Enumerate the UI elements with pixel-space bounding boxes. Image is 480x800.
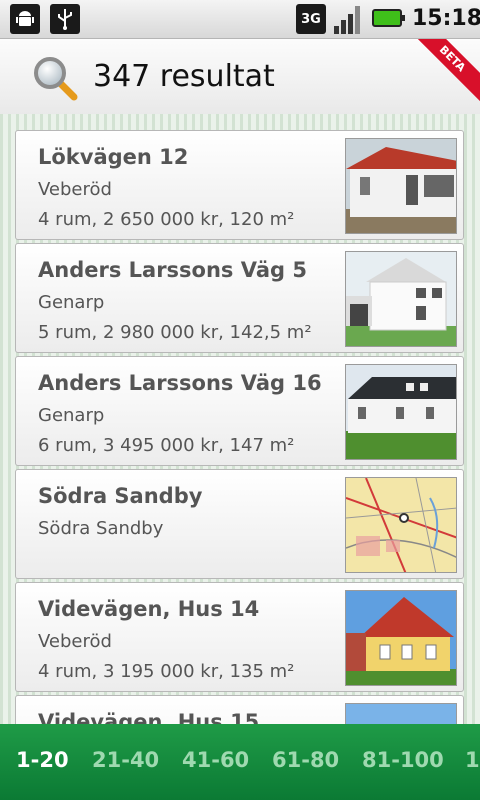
status-time: 15:18 (412, 6, 480, 31)
network-3g-icon: 3G (296, 4, 326, 34)
listing-title: Södra Sandby (38, 484, 203, 508)
list-item[interactable]: Södra Sandby Södra Sandby (15, 469, 464, 579)
search-icon[interactable] (32, 55, 78, 101)
page-tab[interactable]: 21-40 (92, 748, 159, 772)
listing-info: 4 rum, 3 195 000 kr, 135 m² (38, 661, 295, 682)
battery-icon (372, 9, 405, 27)
listing-photo (345, 590, 457, 686)
list-item[interactable]: Videvägen, Hus 15 (15, 695, 464, 724)
listing-city: Veberöd (38, 179, 112, 200)
list-item[interactable]: Anders Larssons Väg 5 Genarp 5 rum, 2 98… (15, 243, 464, 353)
page-tab[interactable]: 81-100 (362, 748, 444, 772)
signal-strength-icon (333, 4, 363, 34)
header: 347 resultat BETA (0, 39, 480, 115)
listing-city: Södra Sandby (38, 518, 164, 539)
listing-photo (345, 703, 457, 724)
listing-city: Genarp (38, 405, 105, 426)
results-list[interactable]: Lökvägen 12 Veberöd 4 rum, 2 650 000 kr,… (0, 114, 480, 724)
list-item[interactable]: Videvägen, Hus 14 Veberöd 4 rum, 3 195 0… (15, 582, 464, 692)
listing-photo (345, 364, 457, 460)
listing-info: 6 rum, 3 495 000 kr, 147 m² (38, 435, 295, 456)
listing-map (345, 477, 457, 573)
result-count: 347 resultat (93, 59, 275, 94)
page-tab[interactable]: 1-20 (16, 748, 69, 772)
list-item[interactable]: Lökvägen 12 Veberöd 4 rum, 2 650 000 kr,… (15, 130, 464, 240)
page-tab[interactable]: 101-120 (465, 748, 480, 772)
listing-city: Genarp (38, 292, 105, 313)
listing-photo (345, 251, 457, 347)
listing-info: 4 rum, 2 650 000 kr, 120 m² (38, 209, 295, 230)
listing-title: Anders Larssons Väg 5 (38, 258, 307, 282)
listing-title: Lökvägen 12 (38, 145, 189, 169)
status-bar: 3G 15:18 (0, 0, 480, 39)
list-item[interactable]: Anders Larssons Väg 16 Genarp 6 rum, 3 4… (15, 356, 464, 466)
android-debug-icon (10, 4, 40, 34)
listing-title: Videvägen, Hus 14 (38, 597, 260, 621)
usb-icon (50, 4, 80, 34)
listing-photo (345, 138, 457, 234)
listing-info: 5 rum, 2 980 000 kr, 142,5 m² (38, 322, 312, 343)
beta-ribbon: BETA (409, 39, 480, 102)
page-tab[interactable]: 41-60 (182, 748, 249, 772)
listing-title: Anders Larssons Väg 16 (38, 371, 322, 395)
page-tab[interactable]: 61-80 (272, 748, 339, 772)
listing-city: Veberöd (38, 631, 112, 652)
pagination-bar: 1-20 21-40 41-60 61-80 81-100 101-120 (0, 724, 480, 800)
listing-title: Videvägen, Hus 15 (38, 710, 260, 724)
